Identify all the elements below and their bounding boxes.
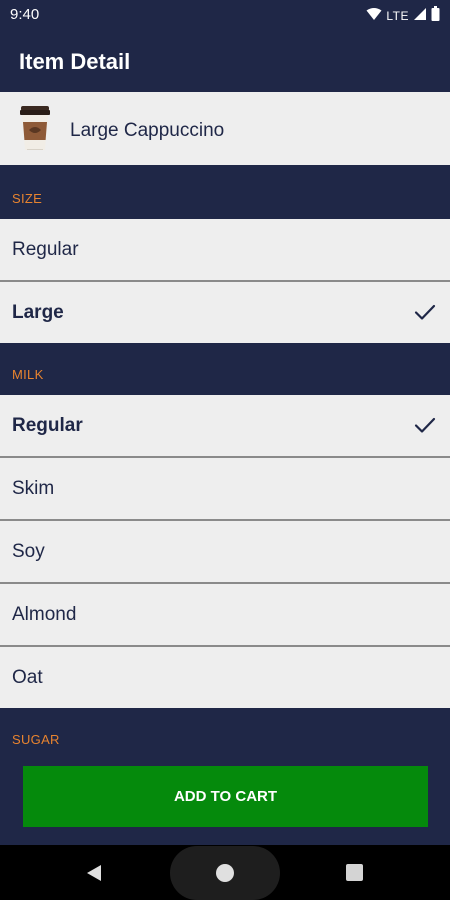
status-time: 9:40 — [10, 6, 40, 23]
section-header-milk: MILK — [0, 343, 450, 395]
signal-icon — [413, 7, 427, 25]
item-name: Large Cappuccino — [70, 120, 225, 141]
section-label: SUGAR — [12, 732, 60, 747]
section-header-size: SIZE — [0, 167, 450, 219]
section-header-sugar: SUGAR — [0, 708, 450, 747]
app-bar: Item Detail — [0, 30, 450, 92]
bottom-action-panel: ADD TO CART — [0, 747, 450, 845]
checkmark-icon — [414, 417, 436, 439]
page-title: Item Detail — [19, 49, 131, 74]
option-label: Skim — [12, 478, 55, 499]
item-header: Large Cappuccino — [0, 92, 450, 167]
size-option-regular[interactable]: Regular — [0, 219, 450, 282]
option-label: Almond — [12, 604, 77, 625]
battery-icon — [431, 6, 440, 25]
home-icon — [216, 864, 234, 882]
size-option-large[interactable]: Large — [0, 282, 450, 343]
option-label: Oat — [12, 667, 43, 688]
section-label: MILK — [12, 367, 44, 382]
system-nav-bar — [0, 845, 450, 900]
section-label: SIZE — [12, 191, 43, 206]
home-button[interactable] — [170, 846, 280, 900]
milk-option-almond[interactable]: Almond — [0, 584, 450, 647]
checkmark-icon — [414, 304, 436, 326]
network-type: LTE — [386, 8, 409, 23]
milk-option-regular[interactable]: Regular — [0, 395, 450, 458]
back-icon[interactable] — [86, 864, 102, 887]
milk-option-skim[interactable]: Skim — [0, 458, 450, 521]
milk-option-soy[interactable]: Soy — [0, 521, 450, 584]
recents-icon[interactable] — [346, 864, 363, 881]
item-detail-list[interactable]: Large Cappuccino SIZE Regular Large MILK… — [0, 92, 450, 747]
status-icons: LTE — [366, 6, 440, 25]
option-label: Regular — [12, 239, 79, 260]
option-label: Soy — [12, 541, 45, 562]
option-label: Large — [12, 302, 64, 323]
add-to-cart-button[interactable]: ADD TO CART — [23, 766, 428, 827]
option-label: Regular — [12, 415, 83, 436]
coffee-cup-icon — [18, 106, 52, 157]
milk-option-oat[interactable]: Oat — [0, 647, 450, 708]
wifi-icon — [366, 7, 382, 25]
status-bar: 9:40 LTE — [0, 0, 450, 30]
